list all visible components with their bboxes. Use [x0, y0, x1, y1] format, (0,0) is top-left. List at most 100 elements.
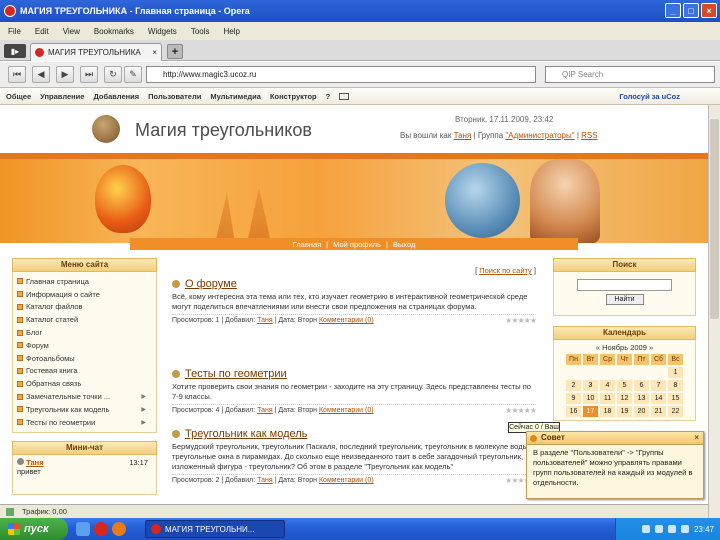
ucoz-menu-add[interactable]: Добавления	[93, 92, 139, 101]
menu-item-tests[interactable]: Тесты по геометрии ▶	[17, 416, 152, 429]
post-comments-link[interactable]: Комментарии (0)	[319, 317, 374, 324]
post-author-link[interactable]: Таня	[257, 317, 273, 324]
menu-item-forum[interactable]: Форум	[17, 339, 152, 352]
calendar-day[interactable]: 14	[651, 393, 666, 404]
post-comments-link[interactable]: Комментарии (0)	[319, 477, 374, 484]
tray-antivirus-icon[interactable]	[667, 525, 676, 533]
calendar-day[interactable]: 3	[583, 380, 598, 391]
site-search-input[interactable]	[577, 279, 672, 291]
reload-icon[interactable]: ↻	[104, 66, 122, 83]
maximize-icon[interactable]: □	[683, 3, 699, 18]
post-author-link[interactable]: Таня	[257, 477, 273, 484]
calendar-day[interactable]: 21	[651, 406, 666, 417]
menu-help[interactable]: Help	[224, 27, 240, 36]
rating-stars-icon[interactable]: ★★★★★	[505, 316, 537, 325]
post-title[interactable]: Треугольник как модель	[185, 428, 307, 440]
wand-icon[interactable]: ✎	[124, 66, 142, 83]
menu-edit[interactable]: Edit	[35, 27, 49, 36]
calendar-day[interactable]: 17	[583, 406, 598, 417]
menu-item-feedback[interactable]: Обратная связь	[17, 377, 152, 390]
tab-main[interactable]: МАГИЯ ТРЕУГОЛЬНИКА ×	[30, 43, 162, 61]
opera-quick-icon[interactable]	[94, 522, 108, 536]
calendar-day[interactable]: 12	[617, 393, 632, 404]
back-icon[interactable]: ◀	[32, 66, 50, 83]
calendar-day[interactable]: 2	[566, 380, 581, 391]
calendar-day[interactable]: 22	[668, 406, 683, 417]
ucoz-menu-constructor[interactable]: Конструктор	[270, 92, 317, 101]
search-button[interactable]: Найти	[605, 294, 644, 305]
calendar-day[interactable]: 10	[583, 393, 598, 404]
ucoz-menu-help[interactable]: ?	[326, 92, 331, 101]
rss-link[interactable]: RSS	[581, 131, 597, 140]
menu-item-articles[interactable]: Каталог статей	[17, 313, 152, 326]
tray-network-icon[interactable]	[641, 525, 650, 533]
menu-item-info[interactable]: Информация о сайте	[17, 288, 152, 301]
menu-view[interactable]: View	[63, 27, 80, 36]
vertical-scrollbar[interactable]	[708, 105, 720, 518]
ucoz-menu-manage[interactable]: Управление	[40, 92, 84, 101]
post-author-link[interactable]: Таня	[257, 407, 273, 414]
menu-item-blog[interactable]: Блог	[17, 326, 152, 339]
calendar-day[interactable]: 6	[634, 380, 649, 391]
chat-author[interactable]: Таня	[26, 458, 43, 467]
post-title-row[interactable]: О форуме	[172, 278, 536, 290]
calendar-day[interactable]: 18	[600, 406, 615, 417]
tray-volume-icon[interactable]	[654, 525, 663, 533]
post-title[interactable]: Тесты по геометрии	[185, 368, 287, 380]
menu-item-guestbook[interactable]: Гостевая книга	[17, 365, 152, 378]
tray-language-icon[interactable]	[680, 525, 689, 533]
tab-close-icon[interactable]: ×	[152, 48, 157, 57]
nav-home[interactable]: Главная	[293, 240, 322, 249]
calendar-day[interactable]: 7	[651, 380, 666, 391]
calendar-day[interactable]: 16	[566, 406, 581, 417]
fast-forward-icon[interactable]: ⏭	[80, 66, 98, 83]
post-comments-link[interactable]: Комментарии (0)	[319, 407, 374, 414]
calendar-day[interactable]: 1	[668, 367, 683, 378]
menu-file[interactable]: File	[8, 27, 21, 36]
menu-tools[interactable]: Tools	[191, 27, 210, 36]
menu-item-home[interactable]: Главная страница	[17, 275, 152, 288]
vote-ucoz-link[interactable]: Голосуй за uCoz	[619, 92, 680, 101]
firefox-quick-icon[interactable]	[112, 522, 126, 536]
calendar-day[interactable]: 13	[634, 393, 649, 404]
ucoz-menu-general[interactable]: Общее	[6, 92, 31, 101]
ucoz-menu-users[interactable]: Пользователи	[148, 92, 201, 101]
post-title[interactable]: О форуме	[185, 278, 237, 290]
calendar-day[interactable]: 8	[668, 380, 683, 391]
menu-item-model[interactable]: Треугольник как модель ▶	[17, 403, 152, 416]
taskbar-opera-window[interactable]: МАГИЯ ТРЕУГОЛЬНИ...	[145, 520, 285, 538]
panel-toggle-icon[interactable]: ▮▸	[4, 44, 26, 58]
window-title-bar[interactable]: МАГИЯ ТРЕУГОЛЬНИКА - Главная страница - …	[0, 0, 720, 22]
calendar-day[interactable]: 11	[600, 393, 615, 404]
address-input[interactable]: http://www.magic3.ucoz.ru	[146, 66, 536, 83]
rewind-icon[interactable]: ⏮	[8, 66, 26, 83]
calendar-month[interactable]: « Ноябрь 2009 »	[566, 343, 683, 352]
site-search-link[interactable]: Поиск по сайту	[479, 266, 532, 275]
menu-item-files[interactable]: Каталог файлов	[17, 301, 152, 314]
menu-item-photos[interactable]: Фотоальбомы	[17, 352, 152, 365]
calendar-day[interactable]: 15	[668, 393, 683, 404]
menu-widgets[interactable]: Widgets	[148, 27, 177, 36]
scrollbar-thumb[interactable]	[710, 119, 719, 319]
mail-icon[interactable]	[339, 92, 350, 100]
menu-item-points[interactable]: Замечательные точки ... ▶	[17, 390, 152, 403]
close-icon[interactable]: ×	[694, 432, 699, 444]
post-title-row[interactable]: Тесты по геометрии	[172, 368, 536, 380]
calendar-day[interactable]: 5	[617, 380, 632, 391]
user-link[interactable]: Таня	[454, 131, 472, 140]
minimize-icon[interactable]: _	[665, 3, 681, 18]
group-link[interactable]: "Администраторы"	[505, 131, 574, 140]
calendar-day[interactable]: 19	[617, 406, 632, 417]
search-input[interactable]: QIP Search	[545, 66, 715, 83]
calendar-day[interactable]: 20	[634, 406, 649, 417]
menu-bookmarks[interactable]: Bookmarks	[94, 27, 134, 36]
calendar-day[interactable]: 4	[600, 380, 615, 391]
ucoz-menu-multimedia[interactable]: Мультимедиа	[210, 92, 261, 101]
close-icon[interactable]: ×	[701, 3, 717, 18]
new-tab-button[interactable]: +	[167, 44, 183, 59]
forward-icon[interactable]: ▶	[56, 66, 74, 83]
post-title-row[interactable]: Треугольник как модель	[172, 428, 536, 440]
start-button[interactable]: пуск	[0, 518, 68, 540]
desktop-quick-icon[interactable]	[76, 522, 90, 536]
calendar-day[interactable]: 9	[566, 393, 581, 404]
